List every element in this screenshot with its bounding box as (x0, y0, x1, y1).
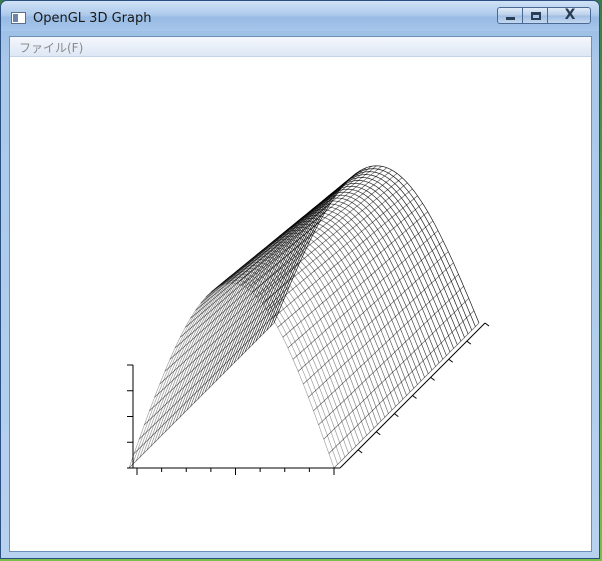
surface-mesh-line (128, 282, 335, 469)
close-icon: X (564, 7, 576, 23)
surface-mesh-line (241, 167, 388, 286)
surface-mesh-line (246, 169, 393, 289)
surface-mesh-line (190, 195, 336, 319)
y-axis-tick (430, 376, 435, 381)
surface-mesh-line (128, 322, 275, 469)
window-title: OpenGL 3D Graph (33, 11, 152, 26)
close-button[interactable]: X (547, 7, 591, 24)
maximize-button[interactable] (522, 7, 548, 24)
y-axis-tick (357, 449, 363, 454)
menu-file[interactable]: ファイル(F) (19, 39, 83, 56)
y-axis-tick (484, 322, 490, 327)
y-axis-tick (394, 413, 399, 418)
y-axis-tick (448, 358, 454, 363)
y-axis-tick (375, 431, 381, 436)
surface-mesh-line (180, 211, 326, 338)
y-axis-tick (466, 340, 472, 345)
surface-mesh-line (144, 286, 290, 426)
minimize-icon (506, 17, 515, 20)
minimize-button[interactable] (497, 7, 523, 24)
caption-buttons: X (497, 7, 591, 26)
surface-mesh-line (236, 165, 382, 284)
y-axis-tick (412, 395, 417, 399)
surface-mesh-line (169, 230, 316, 360)
maximize-icon (531, 12, 541, 20)
surface-plot (127, 165, 490, 475)
opengl-canvas[interactable] (10, 57, 591, 551)
title-bar[interactable]: OpenGL 3D Graph X (1, 1, 599, 31)
app-window: OpenGL 3D Graph X ファイル(F) (0, 0, 600, 559)
client-area: ファイル(F) (9, 36, 592, 552)
menu-bar: ファイル(F) (10, 37, 591, 57)
app-window-icon[interactable] (11, 12, 26, 24)
surface-mesh-line (266, 171, 473, 331)
